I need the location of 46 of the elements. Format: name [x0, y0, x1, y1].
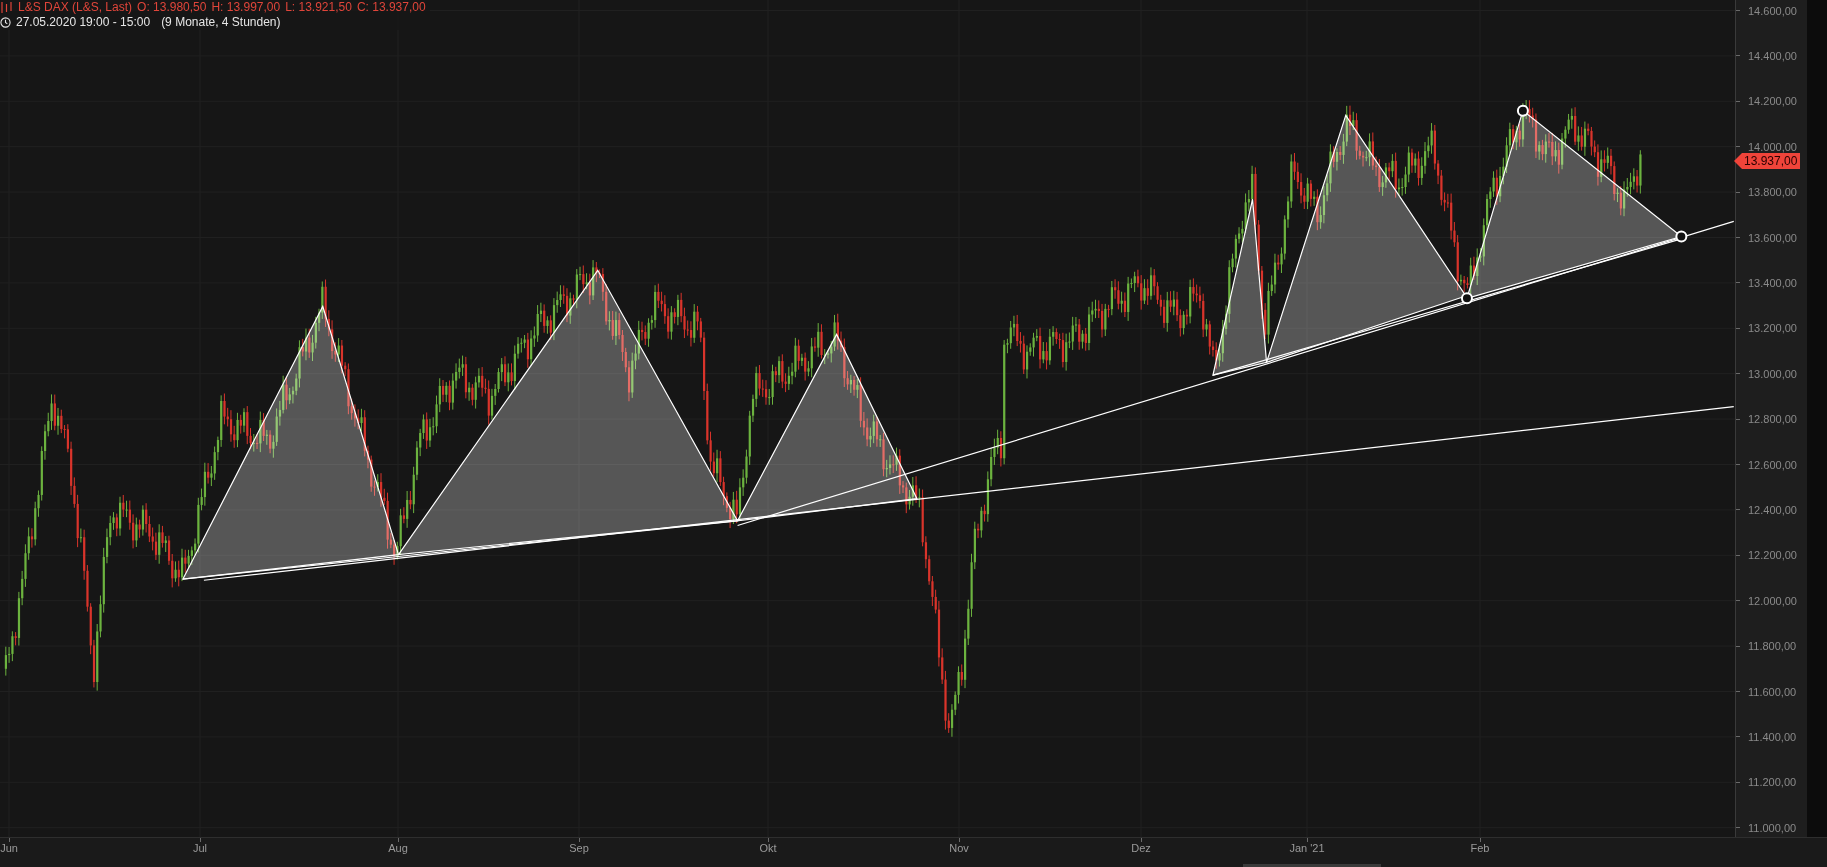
price-label: 11.600,00: [1748, 684, 1797, 699]
month-label: Jul: [192, 842, 208, 855]
month-label: Aug: [388, 842, 408, 855]
scrollbar-thumb[interactable]: [1243, 864, 1381, 867]
clock-icon: [0, 17, 11, 28]
price-label: 13.400,00: [1748, 275, 1797, 290]
month-label: Feb: [1470, 842, 1490, 855]
month-label: Dez: [1131, 842, 1151, 855]
ohlc-value: H: 13.997,00: [211, 0, 281, 15]
price-label: 11.200,00: [1748, 775, 1797, 790]
price-label: 14.000,00: [1748, 139, 1797, 154]
price-label: 12.600,00: [1748, 457, 1797, 472]
month-label: Sep: [569, 842, 589, 855]
month-label: Jan '21: [1289, 842, 1325, 855]
price-label: 13.000,00: [1748, 366, 1797, 381]
price-label: 12.200,00: [1748, 548, 1797, 563]
trend-line[interactable]: [203, 406, 1735, 581]
price-label: 11.400,00: [1748, 729, 1797, 744]
price-label: 13.600,00: [1748, 230, 1797, 245]
ohlc-value: C: 13.937,00: [356, 0, 426, 15]
trend-line[interactable]: [182, 520, 739, 580]
price-label: 14.200,00: [1748, 94, 1797, 109]
triangle-drawing[interactable]: [1212, 198, 1268, 376]
price-label: 11.800,00: [1748, 639, 1797, 654]
trend-line[interactable]: [736, 220, 1735, 527]
price-label: 14.600,00: [1748, 3, 1797, 18]
triangle-drawing[interactable]: [1460, 104, 1688, 305]
candles-icon: [0, 2, 13, 13]
triangle-drawing[interactable]: [181, 304, 400, 580]
price-label: 14.400,00: [1748, 48, 1797, 63]
ohlc-value: O: 13.980,50: [137, 0, 207, 15]
price-label: 12.800,00: [1748, 412, 1797, 427]
month-label: Okt: [759, 842, 777, 855]
price-label: 13.800,00: [1748, 185, 1797, 200]
month-label: Nov: [949, 842, 969, 855]
month-label: Jun: [0, 842, 18, 855]
triangle-drawing[interactable]: [736, 333, 918, 522]
last-price-tag: 13.937,00: [1734, 153, 1801, 169]
price-label: 12.000,00: [1748, 593, 1797, 608]
date-range: 27.05.2020 19:00 - 15:00: [16, 15, 151, 30]
instrument-name: L&S DAX (L&S, Last): [18, 0, 133, 15]
price-label: 11.000,00: [1748, 820, 1797, 835]
price-label: 13.200,00: [1748, 321, 1797, 336]
ohlc-value: L: 13.921,50: [285, 0, 352, 15]
period-span: (9 Monate, 4 Stunden): [161, 15, 281, 30]
price-label: 12.400,00: [1748, 502, 1797, 517]
